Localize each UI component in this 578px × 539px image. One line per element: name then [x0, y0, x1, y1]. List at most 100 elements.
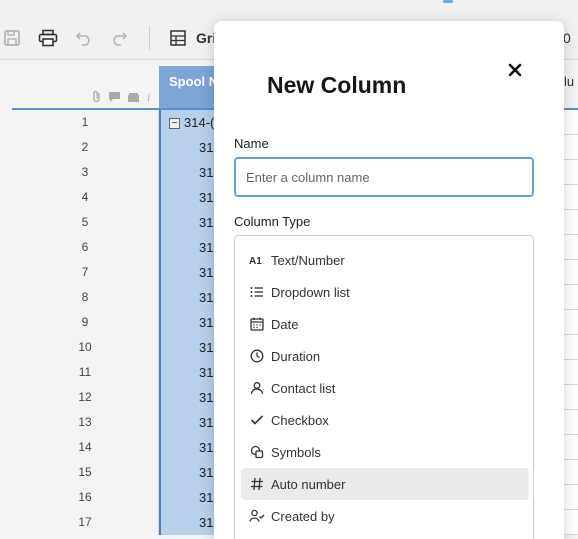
spool-cell[interactable]: 31: [159, 185, 219, 210]
column-type-label: Auto number: [271, 476, 346, 492]
spool-cell-text: 31: [199, 290, 214, 305]
row-number: 3: [12, 160, 159, 185]
row-number-label: 7: [81, 265, 89, 279]
text-number-icon: A1: [241, 254, 271, 266]
row-number-label: 14: [78, 440, 92, 454]
spool-cell-text: 31: [199, 240, 214, 255]
spool-cell-text: 31: [199, 215, 214, 230]
toolbar-divider: [149, 26, 150, 50]
right-column-header[interactable]: lu: [564, 66, 578, 108]
attachment-icon[interactable]: [92, 90, 102, 108]
spool-cell-text: 31: [199, 465, 214, 480]
collapse-icon[interactable]: −: [169, 118, 180, 130]
calendar-icon: [241, 317, 271, 331]
row-number: 9: [12, 310, 159, 335]
column-type-label: Checkbox: [271, 412, 329, 428]
row-number: 5: [12, 210, 159, 235]
row-number-label: 8: [81, 290, 89, 304]
checkmark-icon: [241, 414, 271, 426]
grid-view-icon[interactable]: [167, 27, 189, 49]
svg-text:i: i: [147, 90, 150, 103]
spool-cell-text: 31: [199, 415, 214, 430]
spool-cell[interactable]: 31: [159, 385, 219, 410]
redo-icon[interactable]: [108, 27, 130, 49]
row-number: 11: [12, 360, 159, 385]
person-icon: [241, 381, 271, 395]
spool-cell-text: 31: [199, 190, 214, 205]
dialog-title: New Column: [267, 72, 407, 98]
column-type-checkbox[interactable]: Checkbox: [241, 404, 529, 436]
column-type-label: Column Type: [234, 214, 311, 229]
column-type-auto-number[interactable]: Auto number: [241, 468, 529, 500]
spool-cell[interactable]: 31: [159, 360, 219, 385]
row-number: 4: [12, 185, 159, 210]
spool-cell-text: 31: [199, 440, 214, 455]
row-number: 7: [12, 260, 159, 285]
spool-cell-text: 31: [199, 265, 214, 280]
symbols-icon: [241, 445, 271, 459]
row-number-label: 11: [78, 365, 92, 379]
spool-cell-text: 31: [199, 315, 214, 330]
column-type-label: Text/Number: [271, 252, 345, 268]
row-number: 13: [12, 410, 159, 435]
row-number-label: 13: [78, 415, 92, 429]
row-number: 1: [12, 110, 159, 135]
spool-cell[interactable]: 31: [159, 310, 219, 335]
row-number: 12: [12, 385, 159, 410]
toolbar-indicator: [443, 0, 453, 3]
row-number-label: 16: [78, 490, 92, 504]
column-type-symbols[interactable]: Symbols: [241, 436, 529, 468]
spool-column-header[interactable]: Spool N: [159, 66, 219, 108]
spool-cell-text: 31: [199, 490, 214, 505]
column-type-date[interactable]: Date: [241, 308, 529, 340]
row-number-label: 15: [78, 465, 92, 479]
spool-cell[interactable]: 31: [159, 435, 219, 460]
spool-cell[interactable]: 31: [159, 160, 219, 185]
spool-cell[interactable]: 31: [159, 260, 219, 285]
spool-cell-text: 31: [199, 165, 214, 180]
person-check-icon: [241, 509, 271, 523]
spool-cell-text: 314-(: [184, 115, 215, 130]
spool-cell[interactable]: 31: [159, 460, 219, 485]
column-type-label: Contact list: [271, 380, 336, 396]
row-number-label: 4: [81, 190, 89, 204]
proofing-icon[interactable]: [127, 90, 140, 108]
spool-cell[interactable]: −314-(: [159, 110, 219, 135]
row-number: 14: [12, 435, 159, 460]
toolbar-right-text: 0: [563, 30, 571, 46]
spool-cell[interactable]: 31: [159, 485, 219, 510]
row-number-label: 17: [78, 515, 92, 529]
column-type-dropdown-list[interactable]: Dropdown list: [241, 276, 529, 308]
row-number: 17: [12, 510, 159, 535]
row-number-label: 9: [81, 315, 89, 329]
row-number: 16: [12, 485, 159, 510]
column-type-duration[interactable]: Duration: [241, 340, 529, 372]
row-number: 15: [12, 460, 159, 485]
row-number: 10: [12, 335, 159, 360]
spool-cell[interactable]: 31: [159, 135, 219, 160]
column-type-created-by[interactable]: Created by: [241, 500, 529, 532]
column-type-text-number[interactable]: A1 Text/Number: [241, 244, 529, 276]
spool-cell[interactable]: 31: [159, 410, 219, 435]
row-number-label: 12: [78, 390, 92, 404]
undo-icon[interactable]: [73, 27, 95, 49]
column-name-input[interactable]: [234, 157, 534, 197]
spool-cell-text: 31: [199, 340, 214, 355]
row-number-label: 5: [81, 215, 89, 229]
close-icon[interactable]: [504, 59, 526, 81]
print-icon[interactable]: [37, 27, 59, 49]
name-label: Name: [234, 136, 269, 151]
spool-cell[interactable]: 31: [159, 235, 219, 260]
comment-icon[interactable]: [108, 90, 121, 108]
spool-cell[interactable]: 31: [159, 210, 219, 235]
spool-cell-text: 31: [199, 365, 214, 380]
column-type-list: A1 Text/Number Dropdown list Date Duration Co…: [234, 235, 534, 539]
spool-cell[interactable]: 31: [159, 335, 219, 360]
spool-cell-text: 31: [199, 140, 214, 155]
spool-cell[interactable]: 31: [159, 285, 219, 310]
spool-cell[interactable]: 31: [159, 510, 219, 535]
info-icon[interactable]: i: [146, 90, 154, 108]
save-icon[interactable]: [1, 27, 23, 49]
column-type-label: Dropdown list: [271, 284, 350, 300]
column-type-contact-list[interactable]: Contact list: [241, 372, 529, 404]
